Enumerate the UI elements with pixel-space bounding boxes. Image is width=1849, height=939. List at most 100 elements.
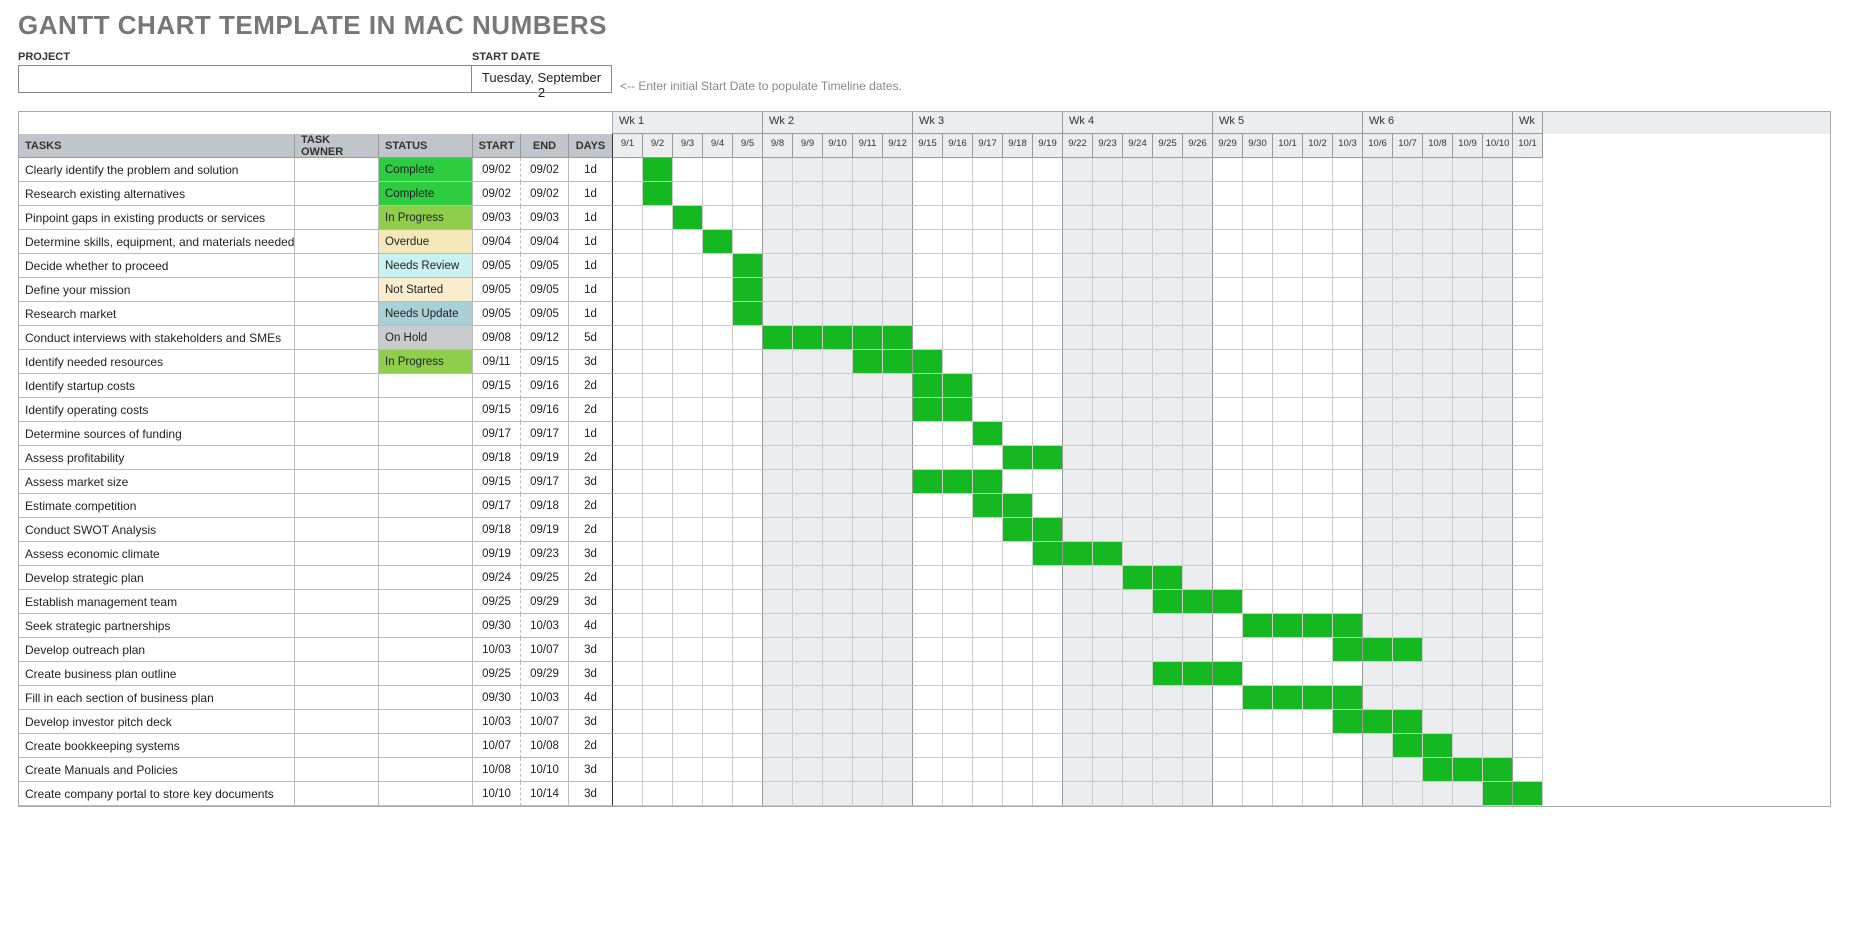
gantt-cell[interactable] bbox=[1063, 278, 1093, 302]
gantt-cell[interactable] bbox=[643, 230, 673, 254]
gantt-cell[interactable] bbox=[703, 182, 733, 206]
gantt-cell[interactable] bbox=[973, 590, 1003, 614]
gantt-cell[interactable] bbox=[1123, 734, 1153, 758]
gantt-cell[interactable] bbox=[1003, 686, 1033, 710]
gantt-cell[interactable] bbox=[1003, 278, 1033, 302]
gantt-cell[interactable] bbox=[1423, 350, 1453, 374]
gantt-cell[interactable] bbox=[823, 158, 853, 182]
gantt-cell[interactable] bbox=[1303, 542, 1333, 566]
gantt-cell[interactable] bbox=[913, 470, 943, 494]
gantt-cell[interactable] bbox=[1033, 302, 1063, 326]
gantt-cell[interactable] bbox=[883, 398, 913, 422]
gantt-cell[interactable] bbox=[1333, 182, 1363, 206]
task-start-cell[interactable]: 10/03 bbox=[473, 710, 521, 734]
gantt-cell[interactable] bbox=[1333, 566, 1363, 590]
gantt-cell[interactable] bbox=[763, 758, 793, 782]
task-end-cell[interactable]: 09/12 bbox=[521, 326, 569, 350]
gantt-cell[interactable] bbox=[1243, 542, 1273, 566]
gantt-cell[interactable] bbox=[1453, 470, 1483, 494]
gantt-cell[interactable] bbox=[883, 494, 913, 518]
gantt-cell[interactable] bbox=[1363, 158, 1393, 182]
gantt-cell[interactable] bbox=[883, 758, 913, 782]
gantt-cell[interactable] bbox=[613, 206, 643, 230]
task-end-cell[interactable]: 10/03 bbox=[521, 614, 569, 638]
gantt-cell[interactable] bbox=[1513, 518, 1543, 542]
gantt-cell[interactable] bbox=[1063, 470, 1093, 494]
gantt-cell[interactable] bbox=[853, 734, 883, 758]
gantt-cell[interactable] bbox=[1453, 638, 1483, 662]
gantt-cell[interactable] bbox=[673, 254, 703, 278]
gantt-cell[interactable] bbox=[763, 638, 793, 662]
gantt-cell[interactable] bbox=[1183, 518, 1213, 542]
gantt-cell[interactable] bbox=[1333, 470, 1363, 494]
gantt-cell[interactable] bbox=[1483, 590, 1513, 614]
gantt-cell[interactable] bbox=[793, 254, 823, 278]
gantt-cell[interactable] bbox=[1123, 590, 1153, 614]
gantt-cell[interactable] bbox=[733, 158, 763, 182]
gantt-cell[interactable] bbox=[1183, 590, 1213, 614]
gantt-cell[interactable] bbox=[1483, 206, 1513, 230]
gantt-cell[interactable] bbox=[643, 422, 673, 446]
gantt-cell[interactable] bbox=[1243, 734, 1273, 758]
gantt-cell[interactable] bbox=[913, 782, 943, 806]
gantt-cell[interactable] bbox=[1003, 158, 1033, 182]
gantt-cell[interactable] bbox=[853, 470, 883, 494]
task-start-cell[interactable]: 09/18 bbox=[473, 446, 521, 470]
gantt-cell[interactable] bbox=[1033, 206, 1063, 230]
gantt-cell[interactable] bbox=[1153, 614, 1183, 638]
gantt-cell[interactable] bbox=[1453, 686, 1483, 710]
gantt-cell[interactable] bbox=[703, 638, 733, 662]
gantt-cell[interactable] bbox=[1183, 662, 1213, 686]
task-owner-cell[interactable] bbox=[295, 686, 379, 710]
gantt-cell[interactable] bbox=[1063, 230, 1093, 254]
task-start-cell[interactable]: 09/19 bbox=[473, 542, 521, 566]
task-start-cell[interactable]: 10/10 bbox=[473, 782, 521, 806]
task-owner-cell[interactable] bbox=[295, 374, 379, 398]
gantt-cell[interactable] bbox=[1123, 542, 1153, 566]
task-days-cell[interactable]: 2d bbox=[569, 494, 613, 518]
task-end-cell[interactable]: 09/19 bbox=[521, 446, 569, 470]
gantt-cell[interactable] bbox=[853, 374, 883, 398]
gantt-cell[interactable] bbox=[673, 374, 703, 398]
gantt-cell[interactable] bbox=[1123, 470, 1153, 494]
gantt-cell[interactable] bbox=[1033, 542, 1063, 566]
gantt-cell[interactable] bbox=[1303, 326, 1333, 350]
gantt-cell[interactable] bbox=[1303, 470, 1333, 494]
gantt-cell[interactable] bbox=[1453, 350, 1483, 374]
task-status-cell[interactable]: Complete bbox=[379, 158, 473, 182]
task-start-cell[interactable]: 09/15 bbox=[473, 374, 521, 398]
gantt-cell[interactable] bbox=[763, 446, 793, 470]
col-days[interactable]: DAYS bbox=[569, 134, 613, 158]
gantt-cell[interactable] bbox=[733, 758, 763, 782]
gantt-cell[interactable] bbox=[1123, 638, 1153, 662]
task-status-cell[interactable] bbox=[379, 782, 473, 806]
gantt-cell[interactable] bbox=[763, 470, 793, 494]
gantt-cell[interactable] bbox=[1333, 542, 1363, 566]
gantt-cell[interactable] bbox=[643, 638, 673, 662]
gantt-cell[interactable] bbox=[1483, 350, 1513, 374]
gantt-cell[interactable] bbox=[1213, 638, 1243, 662]
gantt-cell[interactable] bbox=[1273, 398, 1303, 422]
gantt-cell[interactable] bbox=[1093, 230, 1123, 254]
gantt-cell[interactable] bbox=[1093, 542, 1123, 566]
task-status-cell[interactable]: In Progress bbox=[379, 206, 473, 230]
gantt-cell[interactable] bbox=[1423, 566, 1453, 590]
gantt-cell[interactable] bbox=[823, 302, 853, 326]
gantt-cell[interactable] bbox=[1273, 566, 1303, 590]
task-days-cell[interactable]: 1d bbox=[569, 302, 613, 326]
gantt-cell[interactable] bbox=[1423, 278, 1453, 302]
gantt-cell[interactable] bbox=[613, 494, 643, 518]
task-owner-cell[interactable] bbox=[295, 182, 379, 206]
gantt-cell[interactable] bbox=[1483, 734, 1513, 758]
gantt-cell[interactable] bbox=[1243, 446, 1273, 470]
gantt-cell[interactable] bbox=[793, 518, 823, 542]
gantt-cell[interactable] bbox=[1423, 662, 1453, 686]
gantt-cell[interactable] bbox=[1303, 518, 1333, 542]
gantt-cell[interactable] bbox=[1513, 542, 1543, 566]
task-owner-cell[interactable] bbox=[295, 494, 379, 518]
task-owner-cell[interactable] bbox=[295, 782, 379, 806]
gantt-cell[interactable] bbox=[1243, 638, 1273, 662]
gantt-cell[interactable] bbox=[883, 590, 913, 614]
gantt-cell[interactable] bbox=[1483, 494, 1513, 518]
gantt-cell[interactable] bbox=[1213, 662, 1243, 686]
